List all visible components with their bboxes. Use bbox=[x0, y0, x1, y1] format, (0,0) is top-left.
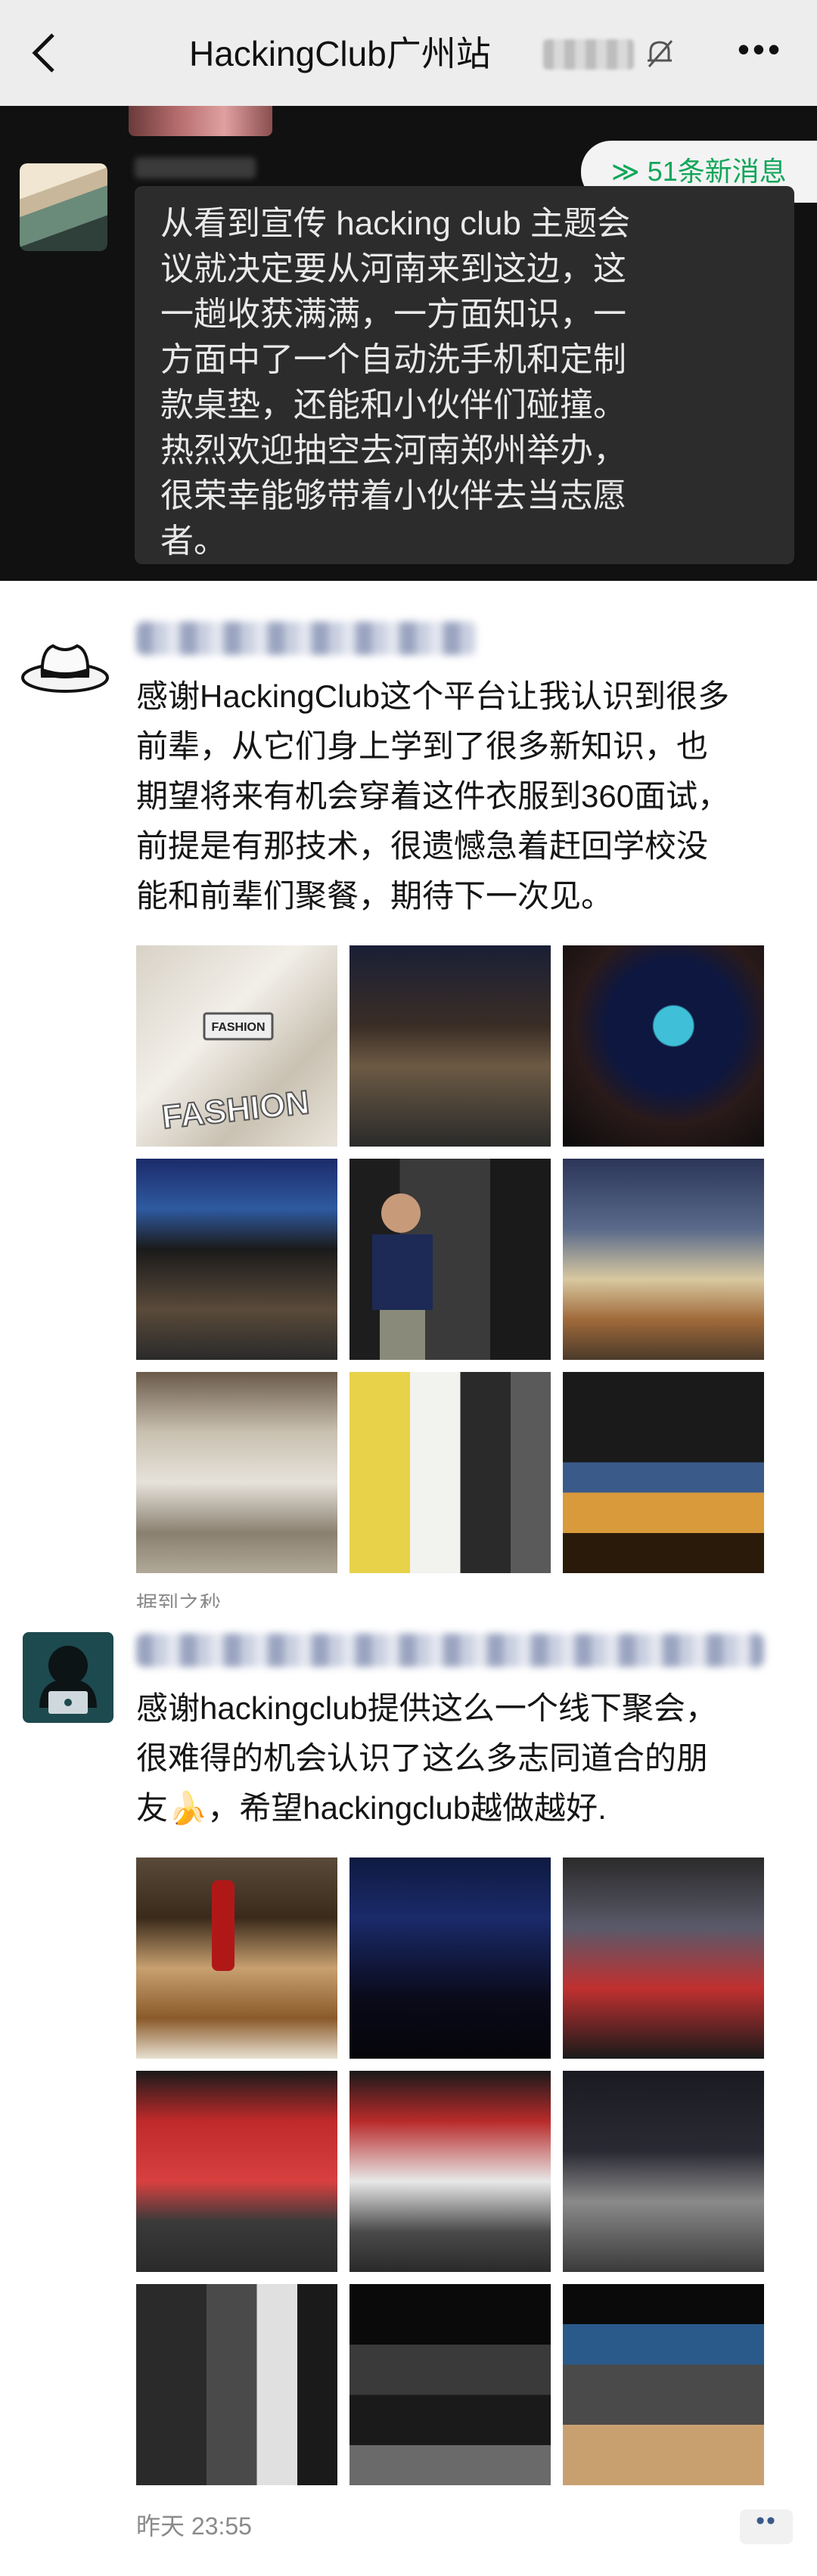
chat-title: HackingClub广州站 bbox=[189, 34, 491, 73]
photo-presentation-room[interactable] bbox=[563, 1372, 764, 1573]
photo-dark-hall[interactable] bbox=[349, 1858, 551, 2059]
more-options-button[interactable]: ••• bbox=[734, 32, 787, 70]
photo-projector-room[interactable] bbox=[349, 2284, 551, 2485]
message-line: 从看到宣传 hacking club 主题会 bbox=[160, 205, 631, 242]
sticker-image bbox=[129, 106, 272, 136]
sender-avatar[interactable] bbox=[20, 163, 107, 251]
double-chevron-up-icon: ≫ bbox=[611, 156, 640, 187]
blurred-sender-name bbox=[135, 157, 256, 178]
post-text: 感谢HackingClub这个平台让我认识到很多 前辈，从它们身上学到了很多新知… bbox=[136, 672, 802, 921]
post-avatar[interactable] bbox=[20, 620, 110, 711]
back-button[interactable] bbox=[26, 30, 64, 76]
photo-stage-screen[interactable] bbox=[563, 945, 764, 1147]
message-line: 议就决定要从河南来到这边，这 bbox=[160, 250, 626, 287]
photo-grid bbox=[136, 1858, 764, 2485]
chevron-left-icon bbox=[32, 33, 54, 73]
message-line: 者。 bbox=[160, 523, 227, 560]
tshirt-badge-text: FASHION bbox=[211, 1021, 265, 1034]
hacker-laptop-icon bbox=[39, 1646, 97, 1714]
message-line: 款桌垫，还能和小伙伴们碰撞。 bbox=[160, 386, 626, 424]
post-text-line: 前提是有那技术，很遗憾急着赶回学校没 bbox=[136, 828, 709, 864]
photo-speaker[interactable] bbox=[349, 1159, 551, 1360]
post-text-line: 很难得的机会认识了这么多志同道合的朋 bbox=[136, 1740, 709, 1776]
photo-grid: FASHION FASHION bbox=[136, 945, 764, 1573]
photo-audience[interactable] bbox=[136, 1159, 337, 1360]
photo-tshirt[interactable]: FASHION FASHION bbox=[136, 945, 337, 1147]
message-line: 方面中了一个自动洗手机和定制 bbox=[160, 341, 626, 378]
comment-button[interactable]: •• bbox=[740, 2508, 793, 2544]
photo-stage-group[interactable] bbox=[136, 2071, 337, 2272]
photo-event-hall[interactable] bbox=[349, 945, 551, 1147]
post-text-line: 友🍌，希望hackingclub越做越好. bbox=[136, 1790, 607, 1826]
photo-audience-2[interactable] bbox=[563, 2284, 764, 2485]
photo-booth[interactable] bbox=[136, 2284, 337, 2485]
tshirt-print-text: FASHION bbox=[160, 1084, 312, 1136]
post-text-line: 感谢HackingClub这个平台让我认识到很多 bbox=[136, 678, 730, 714]
photo-street-night[interactable] bbox=[563, 2071, 764, 2272]
message-line: 一趟收获满满，一方面知识，一 bbox=[160, 296, 626, 333]
photo-volunteers[interactable] bbox=[349, 1372, 551, 1573]
post-text-line: 感谢hackingclub提供这么一个线下聚会， bbox=[136, 1690, 717, 1726]
photo-prize-table[interactable] bbox=[563, 1159, 764, 1360]
chat-header: HackingClub广州站 ••• bbox=[0, 0, 817, 106]
photo-crowd[interactable] bbox=[136, 1372, 337, 1573]
message-line: 热烈欢迎抽空去河南郑州举办， bbox=[160, 432, 626, 469]
bell-off-icon bbox=[643, 36, 676, 70]
post-avatar[interactable] bbox=[23, 1632, 113, 1723]
message-line: 很荣幸能够带着小伙伴去当志愿 bbox=[160, 477, 626, 514]
blurred-member-count bbox=[543, 39, 634, 70]
collapse-link[interactable]: 据到之秒 bbox=[136, 1585, 257, 1609]
blurred-poster-name bbox=[136, 622, 477, 655]
post-text-line: 能和前辈们聚餐，期待下一次见。 bbox=[136, 878, 614, 914]
photo-stage-lights[interactable] bbox=[563, 1858, 764, 2059]
chat-message-bubble[interactable]: 从看到宣传 hacking club 主题会 议就决定要从河南来到这边，这 一趟… bbox=[135, 186, 794, 564]
photo-stage-group-2[interactable] bbox=[349, 2071, 551, 2272]
post-text-line: 期望将来有机会穿着这件衣服到360面试， bbox=[136, 778, 730, 814]
post-text-line: 前辈，从它们身上学到了很多新知识，也 bbox=[136, 728, 709, 764]
fedora-hat-icon bbox=[21, 644, 109, 693]
new-messages-label: 51条新消息 bbox=[647, 156, 787, 187]
photo-snacks[interactable] bbox=[136, 1858, 337, 2059]
post-text: 感谢hackingclub提供这么一个线下聚会， 很难得的机会认识了这么多志同道… bbox=[136, 1684, 802, 1833]
post-timestamp: 昨天 23:55 bbox=[136, 2512, 252, 2540]
blurred-poster-name bbox=[136, 1634, 764, 1667]
